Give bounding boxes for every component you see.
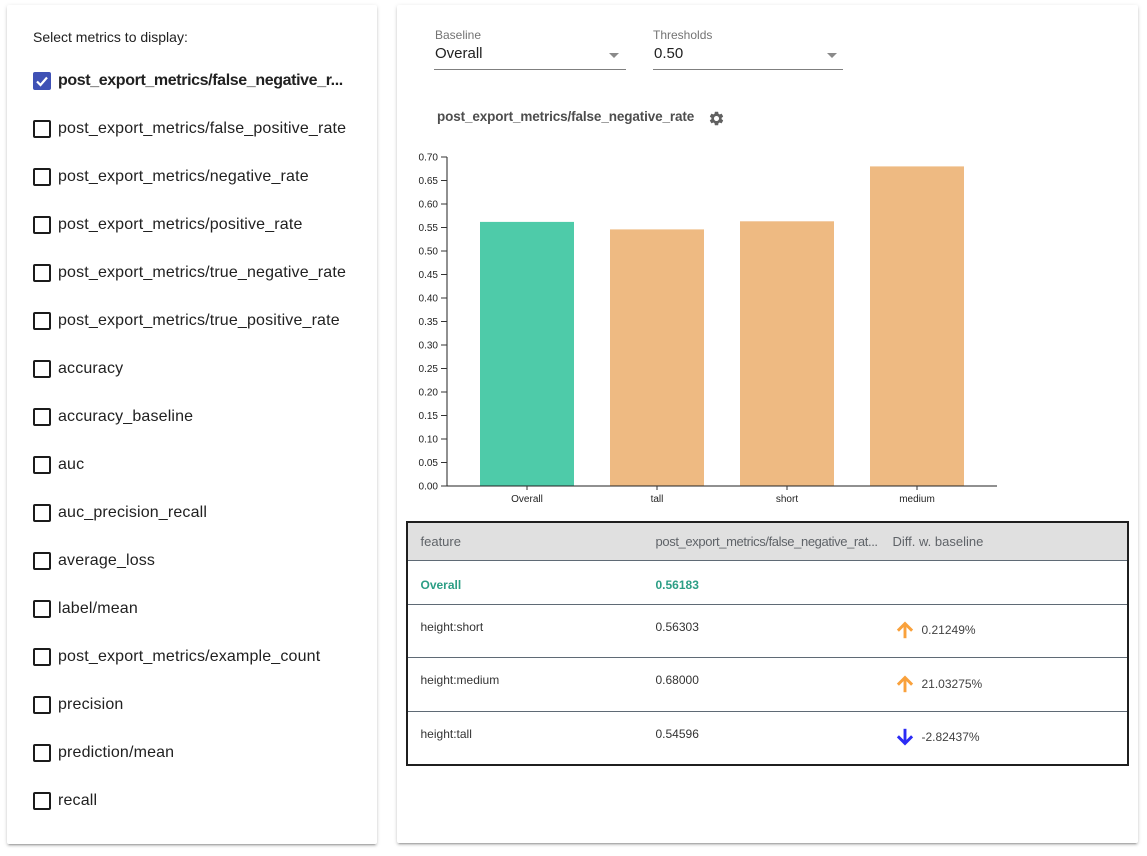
svg-text:0.50: 0.50 [419,247,439,258]
svg-text:0.15: 0.15 [419,411,439,422]
svg-text:0.00: 0.00 [419,482,439,493]
svg-text:0.55: 0.55 [419,223,439,234]
svg-text:0.05: 0.05 [419,458,439,469]
svg-text:0.10: 0.10 [419,435,439,446]
svg-text:Overall: Overall [511,494,543,505]
svg-text:0.20: 0.20 [419,388,439,399]
svg-text:0.70: 0.70 [419,153,439,164]
svg-text:0.65: 0.65 [419,176,439,187]
svg-text:short: short [776,494,798,505]
svg-text:tall: tall [651,494,664,505]
svg-text:0.30: 0.30 [419,341,439,352]
svg-text:0.25: 0.25 [419,364,439,375]
svg-text:0.35: 0.35 [419,317,439,328]
svg-text:0.40: 0.40 [419,294,439,305]
svg-text:medium: medium [899,494,935,505]
svg-text:0.45: 0.45 [419,270,439,281]
svg-text:0.60: 0.60 [419,200,439,211]
